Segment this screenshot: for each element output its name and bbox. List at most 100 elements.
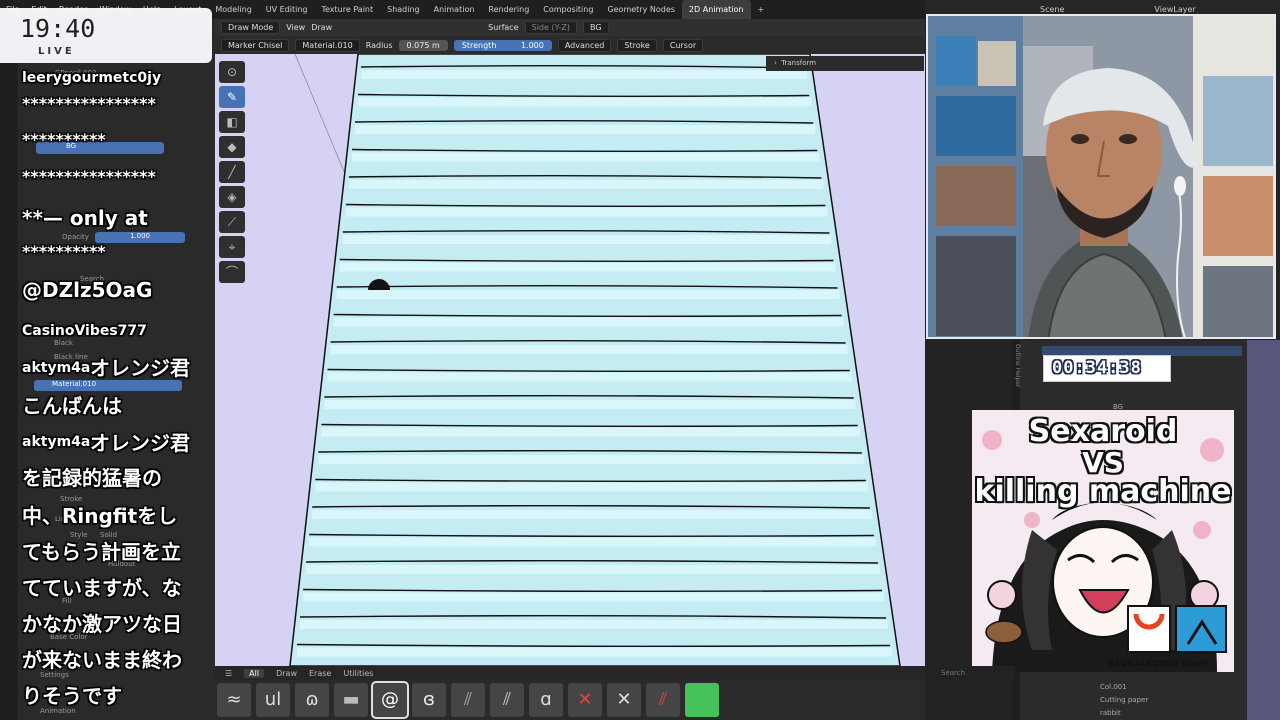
shelf-tab-erase[interactable]: Erase — [309, 669, 331, 678]
chat-message-line: こんばんは — [22, 394, 122, 418]
brush-thumbnail-icon[interactable]: ul — [256, 683, 290, 717]
tint-icon[interactable]: ⟋ — [219, 211, 245, 233]
timer-value: 00:34:38 — [1052, 358, 1142, 378]
paper-band — [324, 400, 856, 409]
mode-dropdown[interactable]: Draw Mode — [221, 21, 281, 34]
shelf-tab-draw[interactable]: Draw — [276, 669, 297, 678]
opacity-field[interactable]: 1.000 — [95, 232, 185, 243]
tab-2d-animation[interactable]: 2D Animation — [681, 0, 751, 19]
tab-modeling[interactable]: Modeling — [208, 0, 258, 19]
3d-viewport[interactable] — [215, 54, 925, 666]
line-icon[interactable]: ╱ — [219, 161, 245, 183]
outliner-item[interactable]: rabbit — [1100, 709, 1121, 717]
paper-band — [312, 510, 872, 519]
paper-band — [336, 290, 840, 299]
viewlayer-name[interactable]: ViewLayer — [1154, 5, 1195, 14]
tool-column: ⊙ ✎ ◧ ◆ ╱ ◈ ⟋ ⌖ ⌒ — [217, 58, 247, 298]
tab-rendering[interactable]: Rendering — [481, 0, 536, 19]
shelf-menu-icon[interactable]: ☰ — [225, 669, 232, 678]
tab-animation[interactable]: Animation — [427, 0, 482, 19]
brush-thumbnail-icon[interactable]: ɷ — [295, 683, 329, 717]
side-dropdown[interactable]: Side (Y-Z) — [524, 21, 577, 34]
transform-panel[interactable]: › Transform — [766, 56, 924, 71]
brush-thumbnail-icon[interactable]: ≈ — [217, 683, 251, 717]
outline-helper-tab[interactable]: Outline Helper — [1014, 344, 1021, 387]
store-label: kindle — [1182, 659, 1210, 668]
chat-username: aktym4a — [22, 434, 91, 450]
shelf-tab-utilities[interactable]: Utilities — [343, 669, 373, 678]
screen: File Edit Render Window Help Layout Mode… — [0, 0, 1280, 720]
paper-band — [358, 97, 812, 107]
brush-thumbnail-icon[interactable]: ⫽ — [646, 683, 680, 717]
tool-settings-header: Marker Chisel Material.010 Radius 0.075 … — [215, 36, 925, 54]
draw-menu[interactable]: Draw — [311, 23, 332, 32]
tab-uv-editing[interactable]: UV Editing — [259, 0, 315, 19]
shelf-search[interactable]: Search — [925, 666, 1015, 680]
brush-dropdown[interactable]: Marker Chisel — [221, 38, 290, 52]
paper-band — [306, 565, 880, 574]
live-label: LIVE — [38, 46, 75, 57]
brush-thumbnail-icon[interactable]: ▬ — [334, 683, 368, 717]
stream-timer: 00:34:38 — [1043, 355, 1171, 382]
tab-shading[interactable]: Shading — [380, 0, 427, 19]
material-dropdown[interactable]: Material.010 — [295, 38, 360, 52]
scene-name[interactable]: Scene — [1040, 5, 1064, 14]
stroke-dropdown[interactable]: Stroke — [617, 38, 657, 52]
paper-band — [300, 620, 889, 629]
outliner-item[interactable]: Col.001 — [1100, 683, 1127, 691]
outliner-item[interactable]: Cutting paper — [1100, 696, 1148, 704]
brush-thumbnail-icon[interactable]: ✕ — [568, 683, 602, 717]
brush-thumbnail-icon[interactable]: ɞ — [412, 683, 446, 717]
curve-icon[interactable]: ⌒ — [219, 261, 245, 283]
chat-username: CasinoVibes777 — [22, 323, 147, 339]
paper-band — [321, 427, 860, 437]
background-strip — [1247, 340, 1280, 720]
publisher-label: GLOBALCOMIX — [1108, 659, 1179, 668]
radius-field[interactable]: 0.075 m — [398, 39, 448, 51]
view-menu[interactable]: View — [286, 23, 305, 32]
webcam-feed — [926, 14, 1276, 339]
viewport-header: Draw Mode View Draw Surface Side (Y-Z) B… — [215, 19, 925, 36]
paper-band — [330, 345, 848, 354]
layer-dropdown[interactable]: BG — [583, 21, 609, 34]
chat-message-line: オレンジ君 — [90, 431, 190, 455]
draw-brush-icon[interactable]: ✎ — [219, 86, 245, 108]
chat-message-line: **— only at — [22, 206, 148, 230]
material-black[interactable]: Black — [54, 339, 73, 351]
grease-pencil-drawing[interactable] — [215, 54, 925, 666]
paper-band — [309, 537, 876, 547]
strength-field[interactable]: Strength 1.000 — [453, 39, 552, 51]
cursor-dropdown[interactable]: Cursor — [662, 38, 704, 52]
chat-username: leerygourmetc0jy — [22, 70, 162, 86]
green-brush-icon[interactable] — [685, 683, 719, 717]
chat-message-line: が来ないまま終わ — [22, 648, 182, 672]
paper-band — [327, 372, 852, 382]
webcam-image — [928, 16, 1274, 337]
chat-message-line: ********** — [22, 242, 106, 261]
tab-compositing[interactable]: Compositing — [536, 0, 600, 19]
chat-message-line: りそうです — [22, 684, 122, 708]
eyedropper-icon[interactable]: ⌖ — [219, 236, 245, 258]
brush-thumbnail-icon[interactable]: ✕ — [607, 683, 641, 717]
fill-icon[interactable]: ◆ — [219, 136, 245, 158]
radius-label: Radius — [365, 40, 393, 50]
paper-band — [345, 207, 828, 217]
chat-message-line: 中、Ringfitをし — [22, 504, 178, 528]
add-workspace-icon[interactable]: + — [751, 0, 772, 19]
surface-dropdown[interactable]: Surface — [488, 23, 518, 32]
shelf-tab-all[interactable]: All — [244, 668, 265, 678]
chat-message-line: てもらう計画を立 — [22, 540, 181, 564]
brush-thumbnail-icon[interactable]: @ — [371, 681, 409, 719]
brush-thumbnail-icon[interactable]: ɑ — [529, 683, 563, 717]
erase-icon[interactable]: ◧ — [219, 111, 245, 133]
brush-thumbnail-icon[interactable]: ⫽ — [490, 683, 524, 717]
paper-band — [342, 235, 832, 244]
properties-tabs[interactable] — [0, 19, 18, 720]
tab-geometry-nodes[interactable]: Geometry Nodes — [600, 0, 681, 19]
tab-texture-paint[interactable]: Texture Paint — [315, 0, 381, 19]
brush-thumbnail-icon[interactable]: ⫽ — [451, 683, 485, 717]
select-box-icon[interactable]: ⊙ — [219, 61, 245, 83]
advanced-dropdown[interactable]: Advanced — [557, 38, 612, 52]
shape-icon[interactable]: ◈ — [219, 186, 245, 208]
paper-band — [339, 262, 836, 272]
